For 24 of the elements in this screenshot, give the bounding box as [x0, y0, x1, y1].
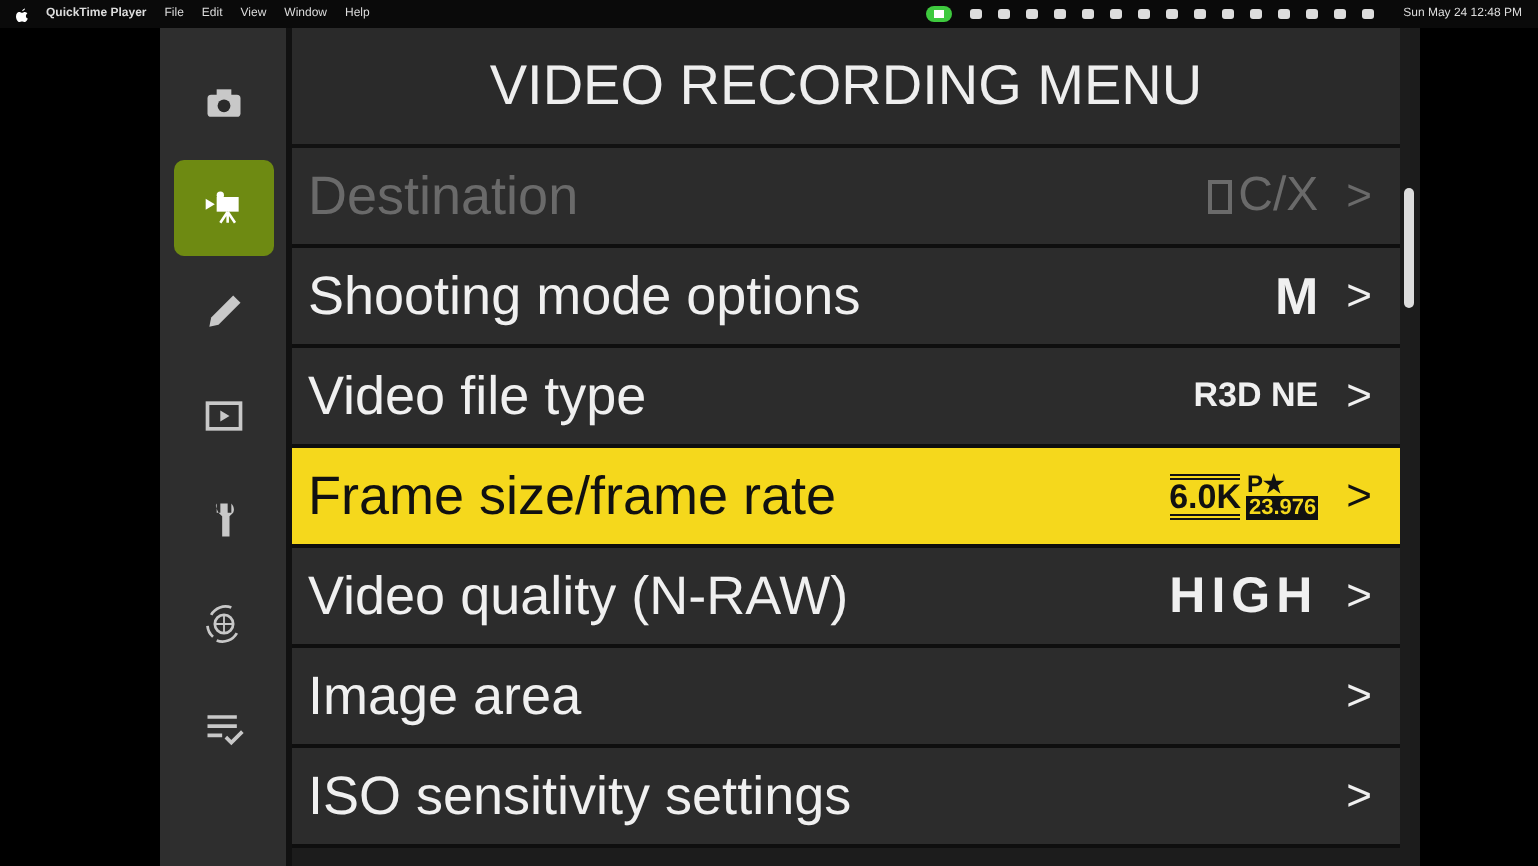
chevron: > — [1346, 270, 1372, 322]
setting-value: M — [1274, 265, 1319, 327]
frame-rate-value: 23.976 — [1246, 496, 1319, 520]
chevron: > — [1346, 370, 1372, 422]
chevron: > — [1346, 670, 1372, 722]
frame-size-value: 6.0K — [1169, 473, 1241, 519]
apple-icon[interactable] — [16, 7, 28, 21]
menu-row[interactable]: Video quality (N-RAW) HIGH > — [292, 548, 1400, 648]
memory-card-icon — [1208, 179, 1233, 213]
menu-tab[interactable] — [173, 160, 273, 256]
mode-value: P★ — [1246, 472, 1285, 496]
menu-row[interactable]: ISO sensitivity settings > — [292, 748, 1400, 848]
chevron: > — [1346, 470, 1372, 522]
setting-value: C/X — [1238, 168, 1319, 224]
setting-value: HIGH — [1169, 567, 1319, 625]
setting-value: R3D NE — [1193, 376, 1319, 416]
chevron: > — [1346, 570, 1372, 622]
menu-row[interactable]: Video file type R3D NE > — [292, 348, 1400, 448]
scrollbar-thumb[interactable] — [1404, 188, 1414, 308]
menu-title: VIDEO RECORDING MENU — [292, 28, 1400, 148]
menu-row[interactable]: Image area > — [292, 648, 1400, 748]
menu-row[interactable]: Shooting mode options M > — [292, 248, 1400, 348]
chevron: > — [1346, 770, 1372, 822]
chevron: > — [1346, 170, 1372, 222]
